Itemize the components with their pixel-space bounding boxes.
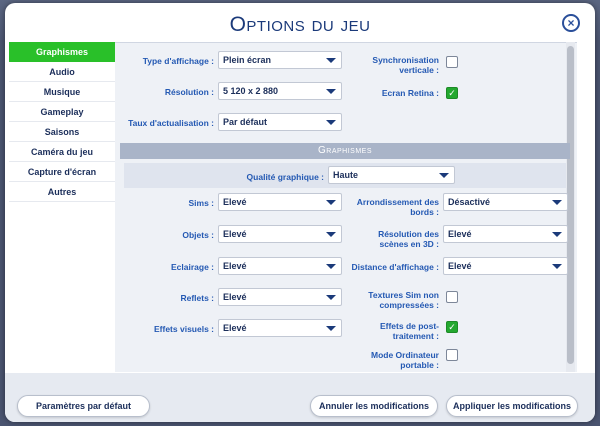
defaults-button[interactable]: Paramètres par défaut	[17, 395, 150, 417]
view-distance-label: Distance d'affichage :	[351, 262, 439, 272]
sidebar-item-musique[interactable]: Musique	[9, 82, 115, 102]
sidebar-item-saisons[interactable]: Saisons	[9, 122, 115, 142]
chevron-down-icon	[326, 232, 336, 237]
scene-resolution-dropdown[interactable]: Elevé	[443, 225, 568, 243]
chevron-down-icon	[326, 264, 336, 269]
refresh-rate-value: Par défaut	[223, 117, 268, 127]
graphics-quality-dropdown[interactable]: Haute	[328, 166, 455, 184]
checkmark-icon: ✓	[448, 322, 456, 332]
display-type-value: Plein écran	[223, 55, 272, 65]
scrollbar-thumb[interactable]	[567, 46, 574, 364]
graphics-quality-value: Haute	[333, 170, 359, 180]
chevron-down-icon	[552, 232, 562, 237]
resolution-dropdown[interactable]: 5 120 x 2 880	[218, 82, 342, 100]
reflections-value: Elevé	[223, 292, 247, 302]
post-processing-checkbox[interactable]: ✓	[446, 321, 458, 333]
uncompressed-textures-label: Textures Sim non compressées :	[368, 290, 439, 310]
chevron-down-icon	[552, 264, 562, 269]
reflections-label: Reflets :	[180, 293, 214, 303]
sims-value: Elevé	[223, 197, 247, 207]
chevron-down-icon	[326, 120, 336, 125]
view-distance-dropdown[interactable]: Elevé	[443, 257, 568, 275]
laptop-mode-checkbox[interactable]	[446, 349, 458, 361]
refresh-rate-label: Taux d'actualisation :	[128, 118, 214, 128]
visual-effects-value: Elevé	[223, 323, 247, 333]
chevron-down-icon	[552, 200, 562, 205]
objects-dropdown[interactable]: Elevé	[218, 225, 342, 243]
scene-resolution-label: Résolution des scènes en 3D :	[378, 229, 439, 249]
view-distance-value: Elevé	[448, 261, 472, 271]
sims-label: Sims :	[188, 198, 214, 208]
lighting-label: Eclairage :	[171, 262, 214, 272]
refresh-rate-dropdown[interactable]: Par défaut	[218, 113, 342, 131]
chevron-down-icon	[439, 173, 449, 178]
lighting-dropdown[interactable]: Elevé	[218, 257, 342, 275]
sidebar-item-capture[interactable]: Capture d'écran	[9, 162, 115, 182]
chevron-down-icon	[326, 89, 336, 94]
vsync-checkbox[interactable]	[446, 56, 458, 68]
edge-smoothing-value: Désactivé	[448, 197, 491, 207]
chevron-down-icon	[326, 295, 336, 300]
retina-label: Ecran Retina :	[381, 88, 439, 98]
cancel-changes-button[interactable]: Annuler les modifications	[310, 395, 438, 417]
sims-dropdown[interactable]: Elevé	[218, 193, 342, 211]
uncompressed-textures-checkbox[interactable]	[446, 291, 458, 303]
sidebar-item-graphismes[interactable]: Graphismes	[9, 42, 115, 62]
objects-value: Elevé	[223, 229, 247, 239]
sidebar-item-autres[interactable]: Autres	[9, 182, 115, 202]
visual-effects-label: Effets visuels :	[154, 324, 214, 334]
graphics-section-header: Graphismes	[120, 143, 570, 159]
resolution-label: Résolution :	[164, 87, 214, 97]
lighting-value: Elevé	[223, 261, 247, 271]
scene-resolution-value: Elevé	[448, 229, 472, 239]
dialog-title: Options du jeu	[229, 13, 371, 36]
display-type-dropdown[interactable]: Plein écran	[218, 51, 342, 69]
sidebar-item-gameplay[interactable]: Gameplay	[9, 102, 115, 122]
chevron-down-icon	[326, 326, 336, 331]
options-sidebar: Graphismes Audio Musique Gameplay Saison…	[9, 42, 115, 202]
vsync-label: Synchronisation verticale :	[372, 55, 439, 75]
checkmark-icon: ✓	[448, 88, 456, 98]
apply-changes-button[interactable]: Appliquer les modifications	[446, 395, 578, 417]
display-type-label: Type d'affichage :	[142, 56, 214, 66]
reflections-dropdown[interactable]: Elevé	[218, 288, 342, 306]
visual-effects-dropdown[interactable]: Elevé	[218, 319, 342, 337]
resolution-value: 5 120 x 2 880	[223, 86, 279, 96]
retina-checkbox[interactable]: ✓	[446, 87, 458, 99]
sidebar-item-audio[interactable]: Audio	[9, 62, 115, 82]
edge-smoothing-label: Arrondissement des bords :	[356, 197, 439, 217]
chevron-down-icon	[326, 200, 336, 205]
close-icon[interactable]: ×	[562, 14, 580, 32]
edge-smoothing-dropdown[interactable]: Désactivé	[443, 193, 568, 211]
graphics-quality-label: Qualité graphique :	[246, 172, 324, 182]
post-processing-label: Effets de post-traitement :	[379, 321, 439, 341]
objects-label: Objets :	[182, 230, 214, 240]
sidebar-item-camera[interactable]: Caméra du jeu	[9, 142, 115, 162]
laptop-mode-label: Mode Ordinateur portable :	[370, 350, 439, 370]
chevron-down-icon	[326, 58, 336, 63]
